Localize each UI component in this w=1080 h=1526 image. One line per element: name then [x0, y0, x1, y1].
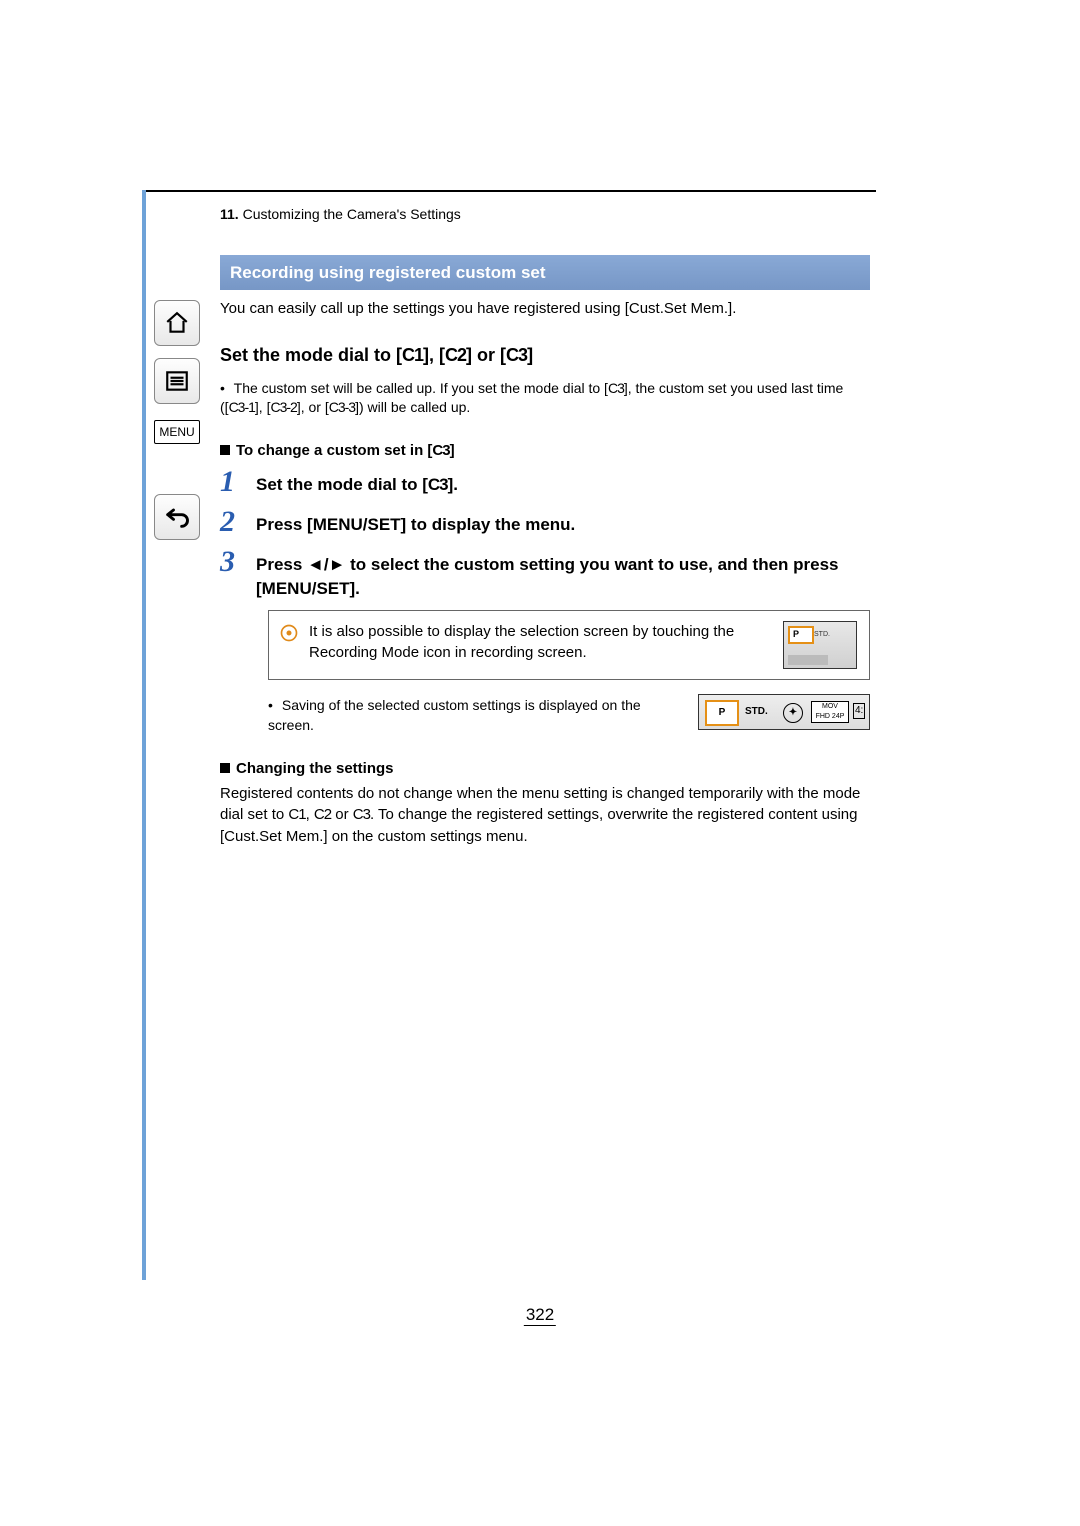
square-bullet-icon — [220, 445, 230, 455]
toc-button[interactable] — [154, 358, 200, 404]
back-arrow-icon — [163, 503, 191, 531]
tip-screenshot-thumb: P STD. — [783, 621, 857, 669]
square-bullet-icon — [220, 763, 230, 773]
chapter-number: 11. — [220, 206, 239, 222]
step-text: Press ◄/► to select the custom setting y… — [256, 547, 870, 601]
left-accent-bar — [142, 190, 146, 1280]
list-icon — [164, 368, 190, 394]
left-right-arrow-icon: ◄/► — [307, 555, 345, 574]
back-button[interactable] — [154, 494, 200, 540]
tip-touch-icon — [279, 623, 299, 643]
thumb-aspect-label: 4: — [853, 703, 865, 719]
sidebar: MENU — [154, 300, 200, 540]
thumb-mov-label: MOV FHD 24P — [811, 701, 849, 723]
changing-settings-heading: Changing the settings — [220, 758, 870, 779]
page-number: 322 — [524, 1305, 556, 1326]
saving-text: • Saving of the selected custom settings… — [268, 694, 684, 735]
step-text: Set the mode dial to [C3]. — [256, 467, 458, 497]
step-3: 3 Press ◄/► to select the custom setting… — [220, 547, 870, 601]
saving-note-row: • Saving of the selected custom settings… — [268, 694, 870, 735]
step-1: 1 Set the mode dial to [C3]. — [220, 467, 870, 497]
chapter-title: Customizing the Camera's Settings — [239, 206, 461, 222]
thumb-highlight — [788, 626, 814, 644]
menu-label: MENU — [154, 420, 200, 444]
tip-box: It is also possible to display the selec… — [268, 610, 870, 680]
saving-screenshot-thumb: P STD. ✦ MOV FHD 24P 4: — [698, 694, 870, 730]
main-content: 11. Customizing the Camera's Settings Re… — [220, 205, 870, 848]
mode-dial-heading: Set the mode dial to [C1], [C2] or [C3] — [220, 343, 870, 368]
intro-text: You can easily call up the settings you … — [220, 298, 870, 319]
step-text: Press [MENU/SET] to display the menu. — [256, 507, 575, 537]
tip-text: It is also possible to display the selec… — [309, 621, 773, 663]
step-number: 1 — [220, 467, 256, 497]
thumb-highlight: P — [705, 700, 739, 726]
changing-settings-text: Registered contents do not change when t… — [220, 783, 870, 848]
spacer — [154, 456, 200, 476]
step-number: 2 — [220, 507, 256, 537]
thumb-circle-icon: ✦ — [783, 703, 803, 723]
chapter-breadcrumb: 11. Customizing the Camera's Settings — [220, 205, 870, 225]
change-custom-set-heading: To change a custom set in [C3] — [220, 440, 870, 461]
home-button[interactable] — [154, 300, 200, 346]
manual-page: MENU 11. Customizing the Camera's Settin… — [0, 0, 1080, 1526]
top-rule — [142, 190, 876, 192]
home-icon — [164, 310, 190, 336]
thumb-p-label: P — [793, 628, 799, 641]
steps-list: 1 Set the mode dial to [C3]. 2 Press [ME… — [220, 467, 870, 601]
step-number: 3 — [220, 547, 256, 577]
section-banner: Recording using registered custom set — [220, 255, 870, 291]
step-2: 2 Press [MENU/SET] to display the menu. — [220, 507, 870, 537]
mode-dial-note: • The custom set will be called up. If y… — [220, 379, 870, 418]
thumb-std-label: STD. — [745, 705, 768, 719]
thumb-std-label: STD. — [814, 630, 830, 640]
